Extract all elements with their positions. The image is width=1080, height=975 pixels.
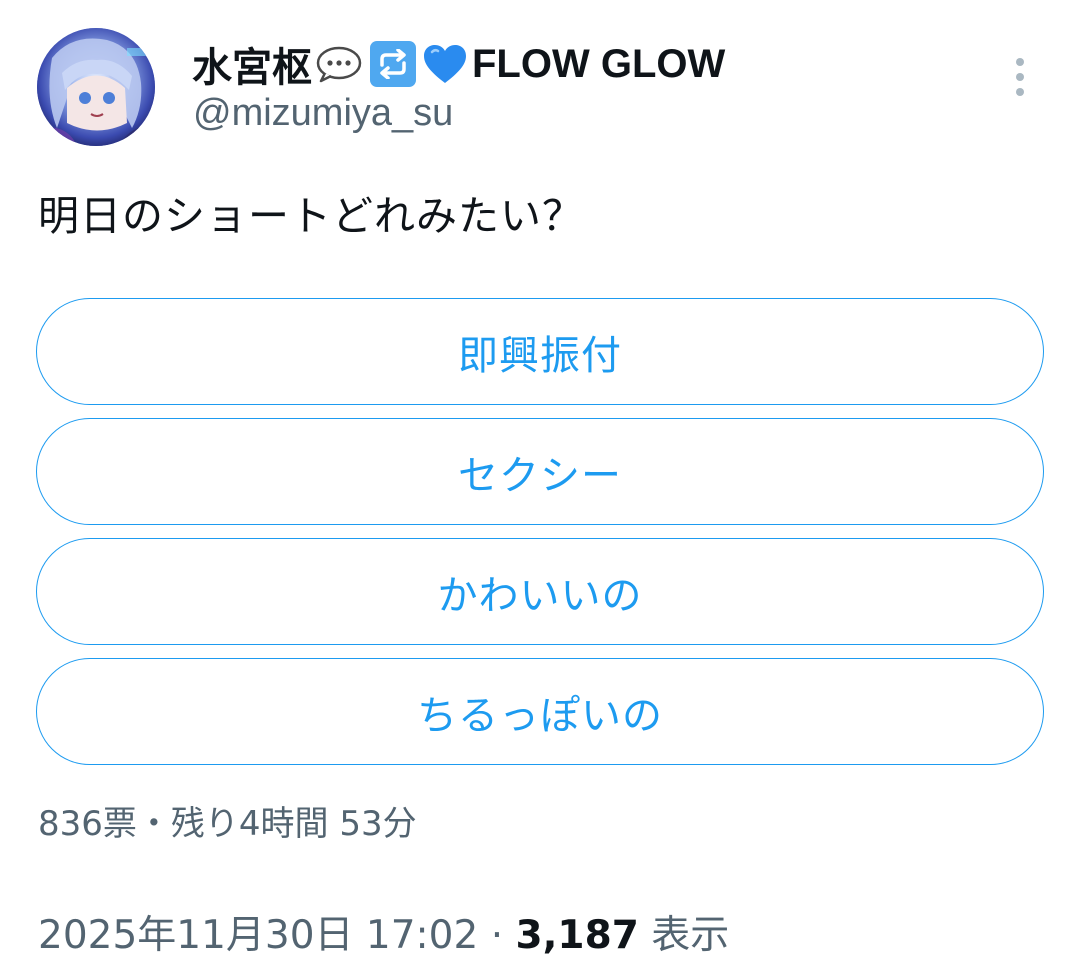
poll-meta: 836票・残り4時間 53分 <box>38 804 417 844</box>
poll-option[interactable]: かわいいの <box>36 538 1044 645</box>
poll-option[interactable]: セクシー <box>36 418 1044 525</box>
tweet-datetime[interactable]: 2025年11月30日 17:02 · <box>38 913 515 958</box>
tweet-text: 明日のショートどれみたい？ <box>38 192 584 240</box>
avatar[interactable] <box>37 28 155 146</box>
views-label: 表示 <box>638 913 730 958</box>
display-name-suffix: FLOW GLOW <box>472 41 726 86</box>
display-name-text: 水宮枢 <box>192 45 312 91</box>
user-handle[interactable]: @mizumiya_su <box>193 92 453 135</box>
more-vertical-icon-dot <box>1016 73 1024 81</box>
poll-option[interactable]: 即興振付 <box>36 298 1044 405</box>
tweet-timestamp-line: 2025年11月30日 17:02 · 3,187 表示 <box>38 904 729 960</box>
more-vertical-icon-dot <box>1016 88 1024 96</box>
blue-heart-icon <box>420 41 470 87</box>
views-count: 3,187 <box>515 913 639 958</box>
more-options-button[interactable] <box>1002 52 1038 102</box>
poll-option[interactable]: ちるっぽいの <box>36 658 1044 765</box>
poll: 即興振付 セクシー かわいいの ちるっぽいの <box>36 298 1044 778</box>
speech-bubble-icon <box>314 44 364 84</box>
repeat-icon <box>370 41 416 87</box>
more-vertical-icon <box>1016 58 1024 66</box>
display-name[interactable]: 水宮枢 FLOW GLOW <box>192 36 725 92</box>
